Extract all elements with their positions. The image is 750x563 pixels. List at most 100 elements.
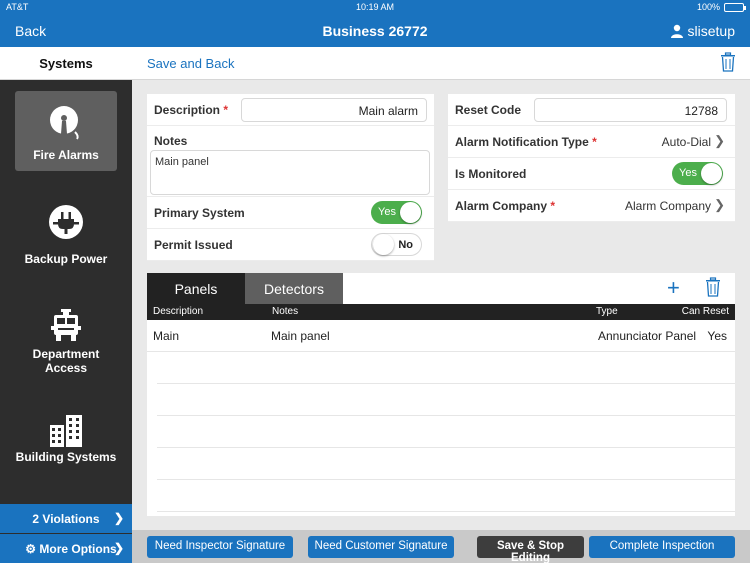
sub-header: Systems Save and Back [0,47,750,80]
toggle-text: No [398,239,413,251]
empty-table-row [157,480,735,512]
primary-system-label: Primary System [154,206,245,220]
battery-indicator: 100% [696,2,746,12]
sidebar-item-department-access[interactable]: Department Access [15,308,117,378]
notes-field[interactable]: Main panel [150,150,430,195]
chevron-right-icon: ❯ [714,197,725,212]
sidebar-item-label: Backup Power [24,252,108,266]
is-monitored-row: Is Monitored Yes [448,158,735,190]
description-row: Description * Main alarm [147,94,434,126]
alarm-company-row[interactable]: Alarm Company * Alarm Company ❯ [448,190,735,222]
save-stop-editing-button[interactable]: Save & Stop Editing [477,536,584,563]
cell-notes: Main panel [271,329,330,343]
panels-table: Main Main panel Annunciator Panel Yes [147,320,735,516]
tab-detectors[interactable]: Detectors [245,273,343,304]
more-options-label: More Options [39,542,117,556]
is-monitored-toggle[interactable]: Yes [672,162,723,185]
permit-issued-label: Permit Issued [154,238,233,252]
fire-truck-icon [51,309,81,341]
trash-icon [721,52,735,72]
alarm-company-label-text: Alarm Company [455,199,548,213]
sidebar-item-fire-alarms[interactable]: Fire Alarms [15,91,117,171]
permit-issued-row: Permit Issued No [147,229,434,261]
alarm-notification-row[interactable]: Alarm Notification Type * Auto-Dial ❯ [448,126,735,158]
sidebar-item-label: Fire Alarms [33,148,99,162]
tab-bar: Panels Detectors + [147,273,735,304]
system-form-right: Reset Code 12788 Alarm Notification Type… [448,94,735,222]
required-marker: * [223,103,229,117]
column-header-type[interactable]: Type [596,306,618,317]
buildings-icon [50,415,82,447]
notes-label: Notes [154,134,188,148]
notes-row: Notes Main panel [147,126,434,197]
status-bar: AT&T 10:19 AM 100% [0,0,750,14]
required-marker: * [550,199,556,213]
chevron-right-icon: ❯ [113,541,124,555]
alarm-notification-value: Auto-Dial [661,135,711,149]
plus-icon: + [667,275,680,300]
system-form-left: Description * Main alarm Notes Main pane… [147,94,434,261]
bell-icon [50,106,79,140]
nav-bar: AT&T 10:19 AM 100% Back Business 26772 s… [0,0,750,47]
battery-percent: 100% [696,2,720,12]
more-options-wrap: ⚙ More Options [0,542,132,556]
toggle-knob [400,202,421,223]
cell-description: Main [153,329,180,343]
user-name: slisetup [687,23,735,39]
tab-panels[interactable]: Panels [147,273,245,304]
reset-code-field[interactable]: 12788 [534,98,727,122]
reset-code-label: Reset Code [455,103,522,117]
alarm-company-label: Alarm Company * [455,199,555,213]
empty-table-row [157,448,735,480]
inspector-signature-button[interactable]: Need Inspector Signature [147,536,293,558]
table-row[interactable]: Main Main panel Annunciator Panel Yes [147,320,735,352]
sidebar-item-label: Building Systems [15,450,117,464]
cell-can-reset: Yes [707,329,727,343]
is-monitored-label: Is Monitored [455,167,527,181]
chevron-right-icon: ❯ [113,511,124,525]
more-options-button[interactable]: ⚙ More Options ❯ [0,534,132,563]
empty-table-row [157,384,735,416]
reset-code-row: Reset Code 12788 [448,94,735,126]
required-marker: * [592,135,597,149]
sidebar-item-label: Department Access [32,347,100,375]
description-label: Description * [154,103,228,117]
toggle-knob [701,163,722,184]
toggle-text: Yes [378,206,396,218]
primary-system-row: Primary System Yes [147,197,434,229]
violations-label: 2 Violations [32,512,100,526]
section-title: Systems [39,56,93,71]
alarm-notification-label-text: Alarm Notification Type [455,135,589,149]
description-label-text: Description [154,103,221,117]
column-header-notes[interactable]: Notes [272,306,298,317]
complete-inspection-button[interactable]: Complete Inspection [589,536,735,558]
user-button[interactable]: slisetup [670,23,735,39]
cell-type: Annunciator Panel [598,329,697,343]
clock: 10:19 AM [355,2,395,12]
empty-table-row [157,416,735,448]
violations-button[interactable]: 2 Violations ❯ [0,504,132,533]
delete-panel-button[interactable] [705,277,721,302]
user-icon [670,24,683,38]
battery-icon [724,2,746,12]
bottom-action-bar: Need Inspector Signature Need Customer S… [132,530,750,563]
add-panel-button[interactable]: + [667,277,680,299]
toggle-knob [373,234,394,255]
save-and-back-button[interactable]: Save and Back [147,56,234,71]
description-field[interactable]: Main alarm [241,98,427,122]
column-header-description[interactable]: Description [153,306,203,317]
toggle-text: Yes [679,167,697,179]
empty-table-row [157,352,735,384]
permit-issued-toggle[interactable]: No [371,233,422,256]
plug-icon [49,205,83,239]
column-header-can-reset[interactable]: Can Reset [682,306,729,317]
sidebar-item-backup-power[interactable]: Backup Power [15,204,117,274]
gear-icon: ⚙ [25,542,37,556]
customer-signature-button[interactable]: Need Customer Signature [308,536,454,558]
trash-icon [706,277,720,297]
page-title: Business 26772 [322,23,428,39]
delete-system-button[interactable] [720,52,736,77]
sidebar: Fire Alarms Backup Power Department Acce… [0,80,132,563]
primary-system-toggle[interactable]: Yes [371,201,422,224]
sidebar-item-building-systems[interactable]: Building Systems [15,413,117,483]
